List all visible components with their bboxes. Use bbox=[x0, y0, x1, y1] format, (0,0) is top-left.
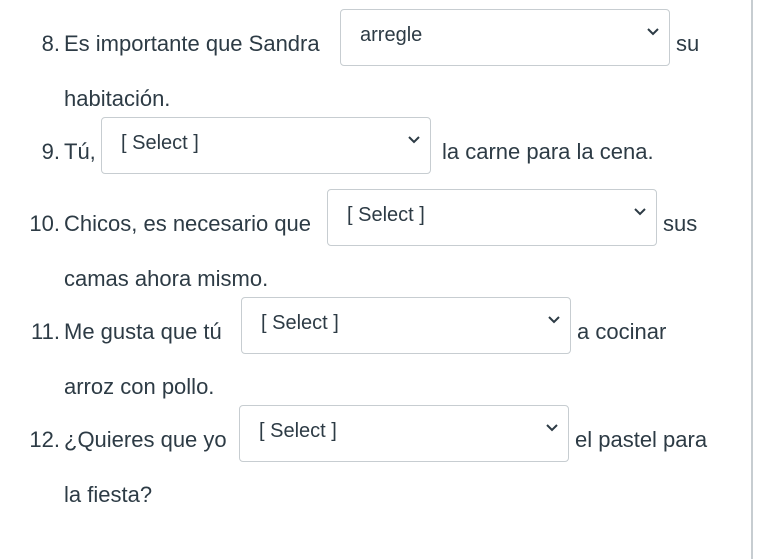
answer-dropdown-10[interactable]: [ Select ] bbox=[327, 189, 657, 246]
answer-dropdown-11[interactable]: [ Select ] bbox=[241, 297, 571, 354]
question-text-before: Chicos, es necesario que bbox=[64, 211, 312, 236]
answer-dropdown-12[interactable]: [ Select ] bbox=[239, 405, 569, 462]
answer-dropdown-9[interactable]: [ Select ] bbox=[101, 117, 431, 174]
dropdown-value: [ Select ] bbox=[261, 312, 339, 334]
question-text-before: Es importante que Sandra bbox=[64, 31, 320, 56]
chevron-down-icon bbox=[634, 208, 646, 216]
chevron-down-icon bbox=[647, 28, 659, 36]
question-text-before: ¿Quieres que yo bbox=[64, 427, 227, 452]
question-number: 11. bbox=[31, 319, 60, 344]
question-number: 8. bbox=[41, 31, 60, 56]
question-number: 10. bbox=[29, 211, 60, 236]
dropdown-value: arregle bbox=[360, 24, 423, 46]
question-text-continuation: habitación. bbox=[64, 86, 171, 111]
question-text-continuation: camas ahora mismo. bbox=[64, 266, 269, 291]
chevron-down-icon bbox=[548, 316, 560, 324]
content-right-border bbox=[751, 0, 753, 559]
chevron-down-icon bbox=[546, 424, 558, 432]
question-text-continuation: la fiesta? bbox=[64, 482, 153, 507]
question-text-before: Tú, bbox=[64, 139, 96, 164]
dropdown-value: [ Select ] bbox=[347, 204, 425, 226]
question-number: 12. bbox=[29, 427, 60, 452]
question-text-after: sus bbox=[663, 211, 698, 236]
dropdown-value: [ Select ] bbox=[121, 132, 199, 154]
chevron-down-icon bbox=[408, 136, 420, 144]
question-text-after: a cocinar bbox=[577, 319, 667, 344]
question-text-after: su bbox=[676, 31, 700, 56]
answer-dropdown-8[interactable]: arregle bbox=[340, 9, 670, 66]
question-text-after: el pastel para bbox=[575, 427, 708, 452]
question-number: 9. bbox=[41, 139, 60, 164]
question-text-continuation: arroz con pollo. bbox=[64, 374, 215, 399]
question-text-before: Me gusta que tú bbox=[64, 319, 222, 344]
dropdown-value: [ Select ] bbox=[259, 420, 337, 442]
question-text-after: la carne para la cena. bbox=[442, 139, 654, 164]
